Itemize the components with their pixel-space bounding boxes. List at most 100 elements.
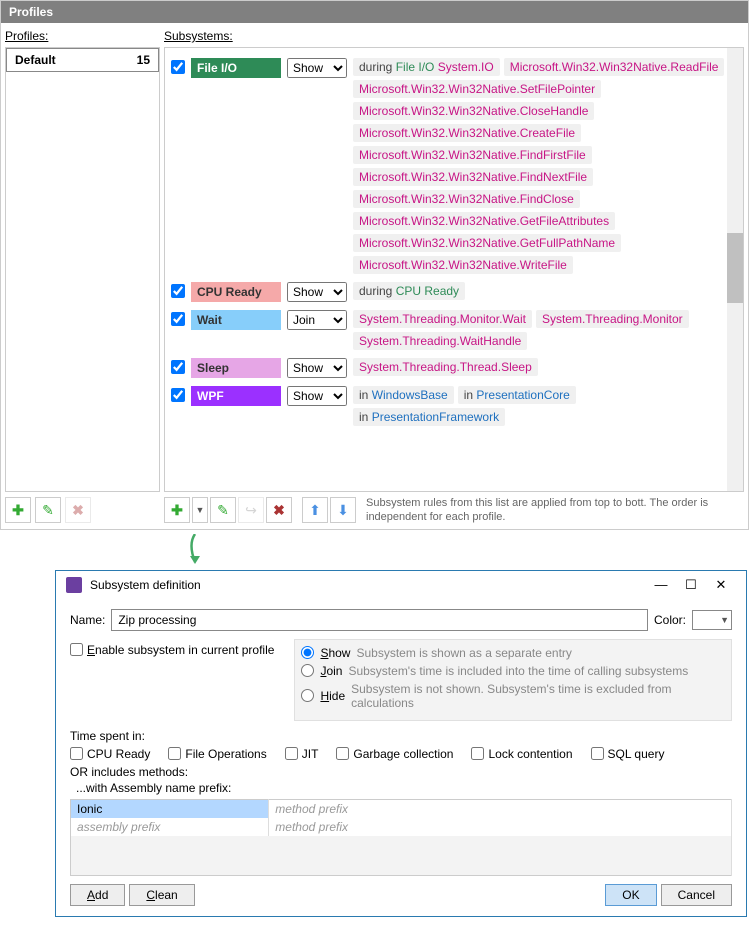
subsystem-mode-select[interactable]: ShowJoinHide (287, 282, 347, 302)
timespent-checkbox[interactable] (591, 747, 604, 760)
subsystem-checkbox[interactable] (171, 388, 185, 402)
name-label: Name: (70, 613, 105, 627)
rule-chip[interactable]: System.Threading.Monitor (536, 310, 689, 328)
timespent-option[interactable]: JIT (285, 747, 319, 761)
rule-chip[interactable]: in PresentationFramework (353, 408, 505, 426)
subsystem-checkbox[interactable] (171, 312, 185, 326)
minimize-button[interactable]: — (646, 577, 676, 592)
subsystem-checkbox[interactable] (171, 360, 185, 374)
rule-chip[interactable]: Microsoft.Win32.Win32Native.FindNextFile (353, 168, 593, 186)
show-radio-desc: Subsystem is shown as a separate entry (356, 646, 571, 660)
clean-button[interactable]: Clean (129, 884, 194, 906)
timespent-checkbox[interactable] (471, 747, 484, 760)
rule-chip[interactable]: System.Threading.Thread.Sleep (353, 358, 538, 376)
rule-chip[interactable]: in PresentationCore (458, 386, 576, 404)
timespent-label: JIT (302, 747, 319, 761)
subsystem-checkbox[interactable] (171, 284, 185, 298)
subsystem-row: Wait ShowJoinHide System.Threading.Monit… (171, 306, 731, 354)
show-radio[interactable] (301, 646, 314, 659)
add-button[interactable]: Add (70, 884, 125, 906)
name-input[interactable] (111, 609, 648, 631)
pencil-icon: ✎ (42, 502, 54, 519)
method-prefix-cell[interactable]: method prefix (269, 818, 732, 836)
x-icon: ✖ (72, 502, 84, 519)
timespent-option[interactable]: Lock contention (471, 747, 572, 761)
join-radio[interactable] (301, 664, 314, 677)
ok-button[interactable]: OK (605, 884, 656, 906)
subsystem-tag[interactable]: Sleep (191, 358, 281, 378)
rule-chip[interactable]: Microsoft.Win32.Win32Native.CloseHandle (353, 102, 594, 120)
profile-delete-button[interactable]: ✖ (65, 497, 91, 523)
rule-chip[interactable]: Microsoft.Win32.Win32Native.GetFileAttri… (353, 212, 615, 230)
subsystems-list: File I/O ShowJoinHide during File I/O Sy… (164, 47, 744, 492)
timespent-option[interactable]: SQL query (591, 747, 665, 761)
profiles-label: Profiles: (5, 29, 160, 43)
rule-chip[interactable]: Microsoft.Win32.Win32Native.ReadFile (504, 58, 725, 76)
subsystem-add-dropdown[interactable]: ▼ (192, 497, 208, 523)
assembly-prefix-cell[interactable]: Ionic (71, 799, 269, 818)
rule-chip[interactable]: Microsoft.Win32.Win32Native.GetFullPathN… (353, 234, 621, 252)
rule-chip[interactable]: Microsoft.Win32.Win32Native.WriteFile (353, 256, 573, 274)
scrollbar-thumb[interactable] (727, 233, 743, 303)
profile-add-button[interactable]: ✚ (5, 497, 31, 523)
profile-edit-button[interactable]: ✎ (35, 497, 61, 523)
x-icon: ✖ (273, 502, 285, 519)
cancel-button[interactable]: Cancel (661, 884, 732, 906)
connector-arrow (180, 534, 749, 570)
timespent-checkbox[interactable] (336, 747, 349, 760)
subsystem-tag[interactable]: WPF (191, 386, 281, 406)
subsystem-add-button[interactable]: ✚ (164, 497, 190, 523)
timespent-option[interactable]: File Operations (168, 747, 266, 761)
rule-chip[interactable]: Microsoft.Win32.Win32Native.SetFilePoint… (353, 80, 601, 98)
rule-chip[interactable]: Microsoft.Win32.Win32Native.FindFirstFil… (353, 146, 592, 164)
prefix-table-empty[interactable] (71, 836, 732, 876)
join-radio-desc: Subsystem's time is included into the ti… (348, 664, 688, 678)
prefix-row[interactable]: Ionicmethod prefix (71, 799, 732, 818)
rule-chip[interactable]: in WindowsBase (353, 386, 454, 404)
timespent-option[interactable]: Garbage collection (336, 747, 453, 761)
subsystem-mode-select[interactable]: ShowJoinHide (287, 386, 347, 406)
scrollbar-track[interactable] (727, 48, 743, 491)
prefix-table: Ionicmethod prefixassembly prefixmethod … (70, 799, 732, 877)
dialog-title: Subsystem definition (90, 578, 646, 592)
subsystem-mode-select[interactable]: ShowJoinHide (287, 310, 347, 330)
color-label: Color: (654, 613, 686, 627)
move-down-button[interactable]: ⬇ (330, 497, 356, 523)
timespent-option[interactable]: CPU Ready (70, 747, 150, 761)
rule-chip[interactable]: during CPU Ready (353, 282, 465, 300)
timespent-label: SQL query (608, 747, 665, 761)
move-up-button[interactable]: ⬆ (302, 497, 328, 523)
subsystem-delete-button[interactable]: ✖ (266, 497, 292, 523)
dialog-app-icon (66, 577, 82, 593)
subsystem-link-button[interactable]: ↪ (238, 497, 264, 523)
timespent-checkbox[interactable] (70, 747, 83, 760)
prefix-row[interactable]: assembly prefixmethod prefix (71, 818, 732, 836)
rule-chip[interactable]: System.Threading.WaitHandle (353, 332, 527, 350)
timespent-checkbox[interactable] (168, 747, 181, 760)
rule-chip[interactable]: System.Threading.Monitor.Wait (353, 310, 532, 328)
maximize-button[interactable]: ☐ (676, 577, 706, 593)
method-prefix-cell[interactable]: method prefix (269, 799, 732, 818)
rule-chip[interactable]: Microsoft.Win32.Win32Native.FindClose (353, 190, 580, 208)
subsystem-row: File I/O ShowJoinHide during File I/O Sy… (171, 54, 731, 278)
subsystem-checkbox[interactable] (171, 60, 185, 74)
profile-row[interactable]: Default15 (6, 48, 159, 72)
close-button[interactable]: ✕ (706, 577, 736, 593)
subsystem-tag[interactable]: File I/O (191, 58, 281, 78)
rule-chip[interactable]: Microsoft.Win32.Win32Native.CreateFile (353, 124, 581, 142)
plus-icon: ✚ (12, 502, 24, 519)
subsystem-tag[interactable]: CPU Ready (191, 282, 281, 302)
enable-subsystem-label: Enable subsystem in current profile (87, 643, 274, 657)
subsystem-tag[interactable]: Wait (191, 310, 281, 330)
subsystem-row: CPU Ready ShowJoinHide during CPU Ready (171, 278, 731, 306)
timespent-checkbox[interactable] (285, 747, 298, 760)
subsystem-edit-button[interactable]: ✎ (210, 497, 236, 523)
hide-radio[interactable] (301, 689, 314, 702)
rule-chip[interactable]: during File I/O System.IO (353, 58, 500, 76)
profile-count: 15 (137, 53, 150, 67)
color-picker[interactable]: ▼ (692, 610, 732, 630)
subsystem-mode-select[interactable]: ShowJoinHide (287, 358, 347, 378)
assembly-prefix-cell[interactable]: assembly prefix (71, 818, 269, 836)
subsystem-mode-select[interactable]: ShowJoinHide (287, 58, 347, 78)
enable-subsystem-checkbox[interactable] (70, 643, 83, 656)
